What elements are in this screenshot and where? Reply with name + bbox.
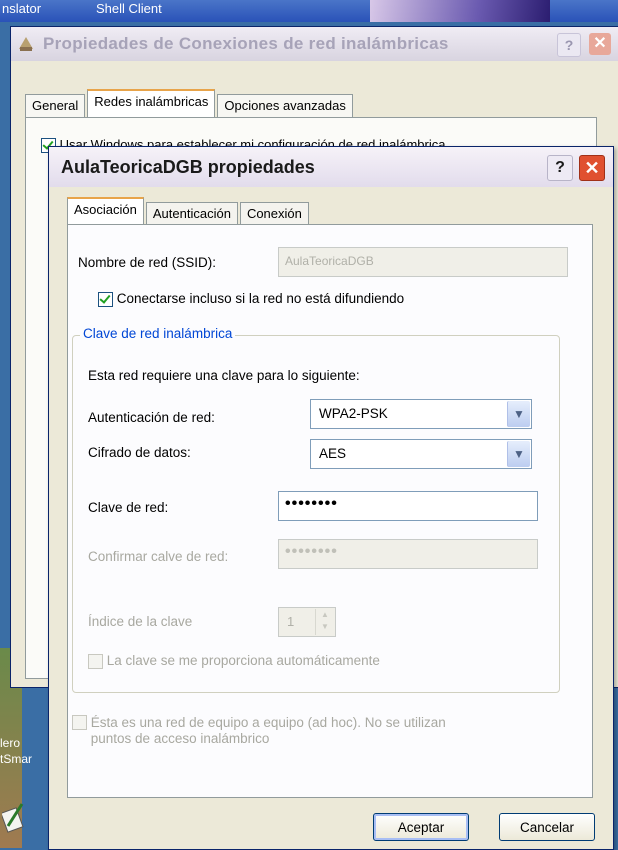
desktop-icon-label[interactable]: tSmar — [0, 752, 32, 766]
outer-tab-strip: General Redes inalámbricas Opciones avan… — [25, 89, 355, 119]
ssid-label: Nombre de red (SSID): — [78, 255, 217, 270]
outer-window-title: Propiedades de Conexiones de red inalámb… — [43, 34, 449, 53]
adhoc-label-line2: puntos de acceso inalámbrico — [90, 731, 270, 746]
cancel-button[interactable]: Cancelar — [499, 813, 595, 841]
adhoc-checkbox[interactable]: Ésta es una red de equipo a equipo (ad h… — [72, 715, 446, 747]
key-index-spinner[interactable]: 1 ▲ ▼ — [278, 607, 336, 637]
network-auth-label: Autenticación de red: — [88, 410, 215, 425]
dialog-tab-strip: Asociación Autenticación Conexión — [67, 197, 311, 227]
dialog-title: AulaTeoricaDGB propiedades — [61, 156, 315, 177]
tab-general[interactable]: General — [25, 94, 86, 119]
network-auth-select[interactable]: WPA2-PSK ▼ — [310, 399, 532, 429]
network-key-field[interactable]: •••••••• — [278, 491, 538, 521]
checkbox-box[interactable] — [98, 291, 113, 307]
adhoc-label-line1: Ésta es una red de equipo a equipo (ad h… — [90, 715, 446, 730]
data-encryption-select[interactable]: AES ▼ — [310, 439, 532, 469]
data-encryption-value: AES — [319, 446, 347, 461]
outer-title-bar[interactable]: Propiedades de Conexiones de red inalámb… — [11, 27, 618, 61]
chevron-down-icon[interactable]: ▼ — [507, 441, 530, 467]
dialog-help-button[interactable]: ? — [547, 155, 573, 181]
notepad-pen-icon[interactable] — [2, 800, 24, 834]
checkbox-box[interactable] — [88, 653, 103, 669]
taskbar-item-translator[interactable]: nslator — [2, 1, 41, 16]
tab-advanced-options[interactable]: Opciones avanzadas — [217, 94, 353, 119]
dialog-title-bar[interactable]: AulaTeoricaDGB propiedades — [49, 147, 613, 187]
outer-close-button[interactable]: ✕ — [589, 33, 611, 55]
outer-help-button[interactable]: ? — [557, 33, 581, 57]
network-properties-dialog: AulaTeoricaDGB propiedades ? ✕ Asociació… — [48, 146, 614, 850]
key-required-intro: Esta red requiere una clave para lo sigu… — [88, 368, 360, 383]
dialog-close-button[interactable]: ✕ — [579, 155, 605, 181]
broadcast-checkbox[interactable]: Conectarse incluso si la red no está dif… — [98, 291, 404, 307]
confirm-key-field[interactable]: •••••••• — [278, 539, 538, 569]
tab-association[interactable]: Asociación — [67, 197, 144, 227]
broadcast-checkbox-label: Conectarse incluso si la red no está dif… — [116, 291, 405, 306]
association-tab-panel: Nombre de red (SSID): AulaTeoricaDGB Con… — [67, 224, 593, 798]
wireless-key-group-title: Clave de red inalámbrica — [80, 326, 236, 341]
desktop-wallpaper-fragment — [370, 0, 550, 22]
chevron-down-icon[interactable]: ▼ — [507, 401, 530, 427]
spin-arrows-icon[interactable]: ▲ ▼ — [315, 609, 334, 635]
network-auth-value: WPA2-PSK — [319, 406, 388, 421]
key-index-value: 1 — [287, 614, 295, 629]
accept-button[interactable]: Aceptar — [373, 813, 469, 841]
desktop-icon-label[interactable]: lero — [0, 736, 20, 750]
taskbar-strip: nslator Shell Client — [0, 0, 618, 22]
taskbar-item-shell-client[interactable]: Shell Client — [96, 1, 162, 16]
tab-wireless-networks[interactable]: Redes inalámbricas — [87, 89, 216, 119]
checkbox-box[interactable] — [72, 715, 87, 730]
key-index-label: Índice de la clave — [88, 614, 193, 629]
network-connection-icon — [19, 37, 33, 51]
confirm-key-label: Confirmar calve de red: — [88, 549, 229, 564]
data-encryption-label: Cifrado de datos: — [88, 445, 191, 460]
auto-key-checkbox[interactable]: La clave se me proporciona automáticamen… — [88, 653, 380, 669]
network-key-label: Clave de red: — [88, 500, 169, 515]
auto-key-label: La clave se me proporciona automáticamen… — [106, 653, 380, 668]
ssid-field[interactable]: AulaTeoricaDGB — [278, 247, 568, 277]
